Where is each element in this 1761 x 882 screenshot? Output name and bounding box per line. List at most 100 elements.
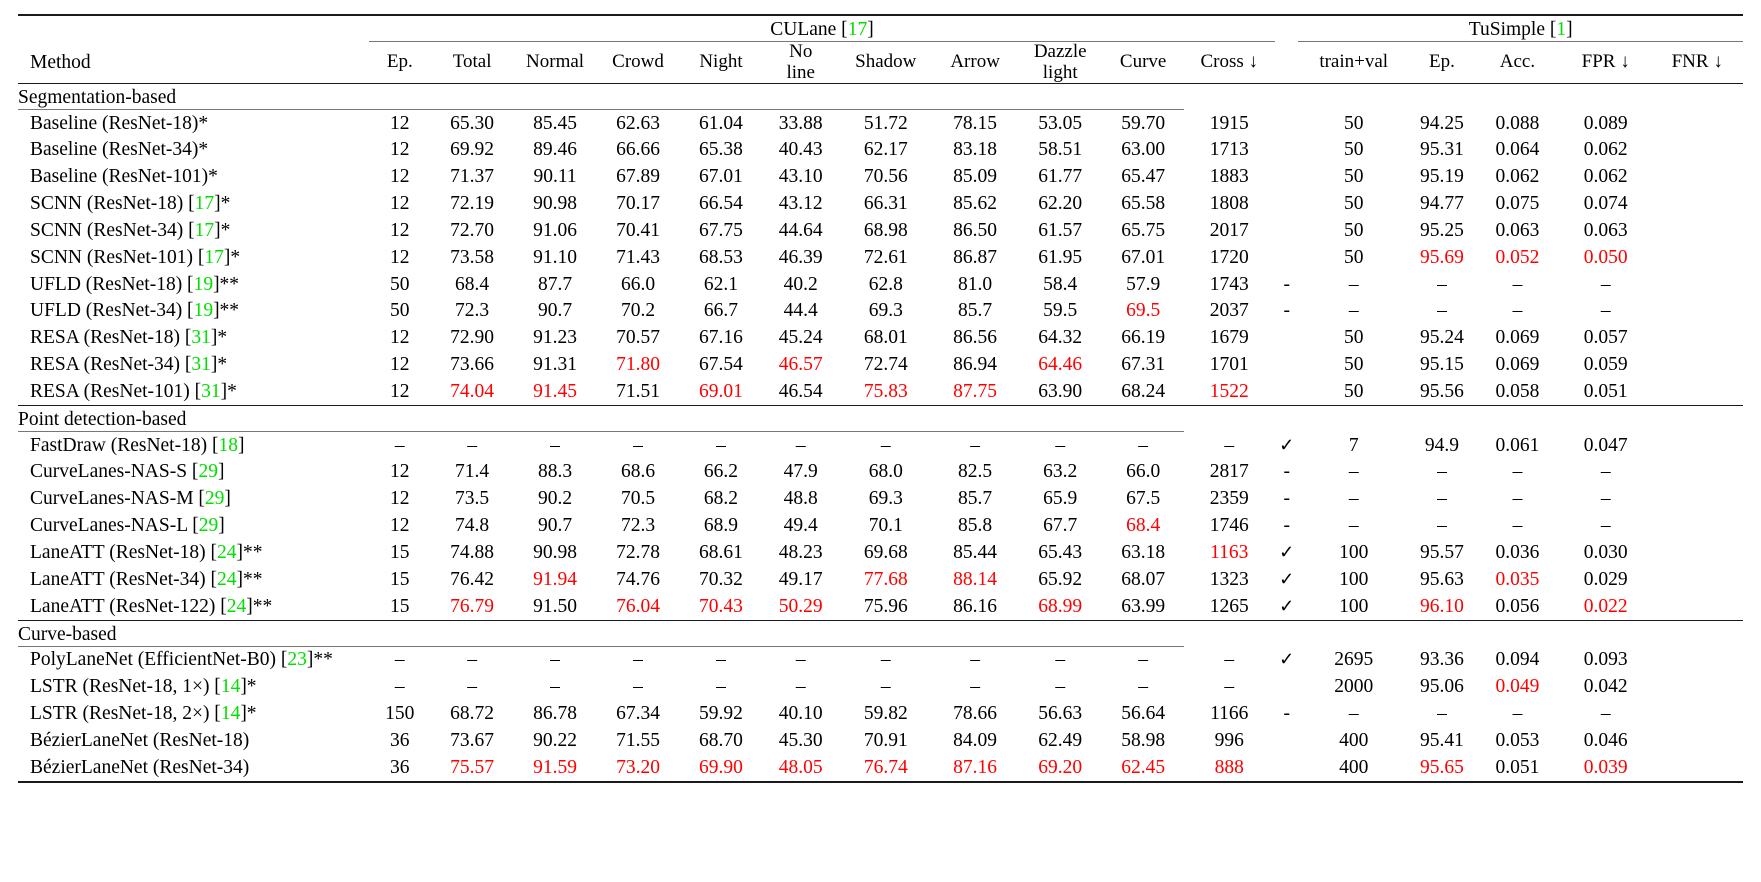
row-value-cell: 75.83	[863, 380, 908, 402]
row-value-cell: –	[1348, 300, 1359, 322]
row-value-cell: 36	[390, 729, 410, 751]
citation-ref[interactable]: 17	[848, 19, 868, 40]
row-value-cell: 68.4	[455, 273, 490, 295]
row-value-cell: 71.4	[455, 461, 490, 483]
row-value-cell: 1265	[1209, 595, 1249, 617]
row-value-cell: 62.45	[1121, 756, 1166, 778]
row-value-cell: 65.38	[699, 139, 743, 161]
citation-ref[interactable]: 1	[1556, 19, 1566, 40]
row-value-cell: 94.25	[1420, 112, 1464, 134]
citation-ref[interactable]: 24	[227, 596, 247, 617]
row-value-cell: 0.062	[1583, 166, 1628, 188]
row-method-name: UFLD (ResNet-34) [19]**	[30, 300, 240, 322]
row-value-cell: 95.19	[1420, 166, 1464, 188]
rule-line	[18, 781, 1743, 787]
row-value-cell: –	[970, 649, 980, 671]
row-value-cell: 94.77	[1420, 193, 1464, 215]
citation-ref[interactable]: 29	[198, 461, 218, 482]
row-value-cell: 68.01	[863, 327, 908, 349]
row-value-cell: 95.24	[1420, 327, 1464, 349]
row-value-cell: 70.91	[863, 729, 908, 751]
citation-ref[interactable]: 19	[194, 300, 214, 321]
row-value-cell: –	[550, 676, 560, 698]
row-gap-cell	[1275, 244, 1298, 271]
row-value-cell: 67.01	[699, 166, 743, 188]
citation-ref[interactable]: 31	[191, 354, 211, 375]
row-value-cell: –	[716, 434, 726, 456]
citation-ref[interactable]: 17	[204, 247, 224, 268]
row-value-cell: 53.05	[1038, 112, 1083, 134]
row-value-cell: 72.90	[450, 327, 495, 349]
citation-ref[interactable]: 19	[194, 274, 214, 295]
row-value-cell: 100	[1339, 595, 1369, 617]
citation-ref[interactable]: 29	[199, 515, 219, 536]
row-value-cell: 90.22	[533, 729, 577, 751]
citation-ref[interactable]: 31	[201, 381, 221, 402]
row-value-cell: 56.64	[1121, 703, 1166, 725]
row-value-cell: 72.61	[863, 246, 908, 268]
sort-down-arrow-icon: ↓	[1713, 51, 1723, 73]
row-value-cell: 57.9	[1126, 273, 1161, 295]
row-value-cell: 95.31	[1420, 139, 1464, 161]
row-value-cell: –	[1138, 434, 1149, 456]
citation-ref[interactable]: 24	[217, 542, 237, 563]
row-value-cell: 71.80	[616, 353, 660, 375]
row-value-cell: 88.3	[537, 461, 573, 483]
row-gap-cell	[1275, 164, 1298, 191]
row-gap-cell: ✓	[1275, 647, 1298, 674]
row-value-cell: 0.088	[1495, 112, 1540, 134]
citation-ref[interactable]: 17	[195, 193, 215, 214]
row-value-cell: –	[550, 434, 560, 456]
row-value-cell: 89.46	[533, 139, 577, 161]
row-value-cell: 2817	[1209, 461, 1249, 483]
citation-ref[interactable]: 24	[217, 569, 237, 590]
row-value-cell: 86.78	[533, 703, 577, 725]
row-value-cell: –	[970, 676, 980, 698]
row-value-cell: 85.7	[958, 488, 993, 510]
row-value-cell: 12	[390, 246, 410, 268]
row-value-cell: 67.54	[699, 353, 743, 375]
column-header-total: Total	[452, 51, 492, 73]
row-value-cell: –	[1348, 273, 1359, 295]
row-value-cell: 0.093	[1583, 649, 1628, 671]
column-header-crowd: Crowd	[612, 51, 664, 73]
row-value-cell: 45.30	[778, 729, 823, 751]
row-value-cell: 95.15	[1420, 353, 1464, 375]
row-value-cell: 15	[390, 568, 410, 590]
row-value-cell: 95.69	[1420, 246, 1464, 268]
citation-ref[interactable]: 18	[218, 435, 238, 456]
row-value-cell: 62.1	[703, 273, 739, 295]
row-value-cell: 93.36	[1420, 649, 1464, 671]
row-value-cell: 69.92	[450, 139, 495, 161]
column-header-curve: Curve	[1119, 51, 1167, 73]
row-value-cell: 61.04	[699, 112, 743, 134]
table-row: LSTR (ResNet-18, 1×) [14]* – – – – – – – – – – – 200…	[18, 674, 1743, 701]
citation-ref[interactable]: 29	[205, 488, 225, 509]
citation-ref[interactable]: 14	[221, 676, 241, 697]
row-value-cell: 1166	[1210, 703, 1249, 725]
row-value-cell: 12	[390, 112, 410, 134]
row-value-cell: 48.05	[778, 756, 823, 778]
row-value-cell: 2359	[1209, 488, 1249, 510]
table-row: CurveLanes-NAS-L [29] 12 74.8 90.7 72.3 68.9 4…	[18, 513, 1743, 540]
citation-ref[interactable]: 31	[191, 327, 211, 348]
row-value-cell: 73.20	[616, 756, 660, 778]
row-value-cell: 47.9	[783, 461, 818, 483]
row-method-name: RESA (ResNet-18) [31]*	[30, 327, 228, 349]
row-value-cell: 84.09	[953, 729, 998, 751]
row-value-cell: 61.57	[1038, 219, 1083, 241]
citation-ref[interactable]: 23	[287, 649, 307, 670]
row-value-cell: 71.43	[616, 246, 660, 268]
row-value-cell: 61.95	[1038, 246, 1083, 268]
section-title-row: Curve-based	[18, 624, 1743, 646]
table-row: UFLD (ResNet-34) [19]** 50 72.3 90.7 70.2 66.…	[18, 298, 1743, 325]
row-value-cell: 50	[1343, 327, 1364, 349]
row-value-cell: 44.64	[778, 219, 823, 241]
row-gap-cell: ✓	[1275, 432, 1298, 459]
citation-ref[interactable]: 14	[221, 703, 241, 724]
row-value-cell: 69.5	[1126, 300, 1161, 322]
row-value-cell: 71.37	[450, 166, 495, 188]
row-value-cell: –	[394, 676, 405, 698]
row-value-cell: 96.10	[1420, 595, 1464, 617]
citation-ref[interactable]: 17	[195, 220, 215, 241]
